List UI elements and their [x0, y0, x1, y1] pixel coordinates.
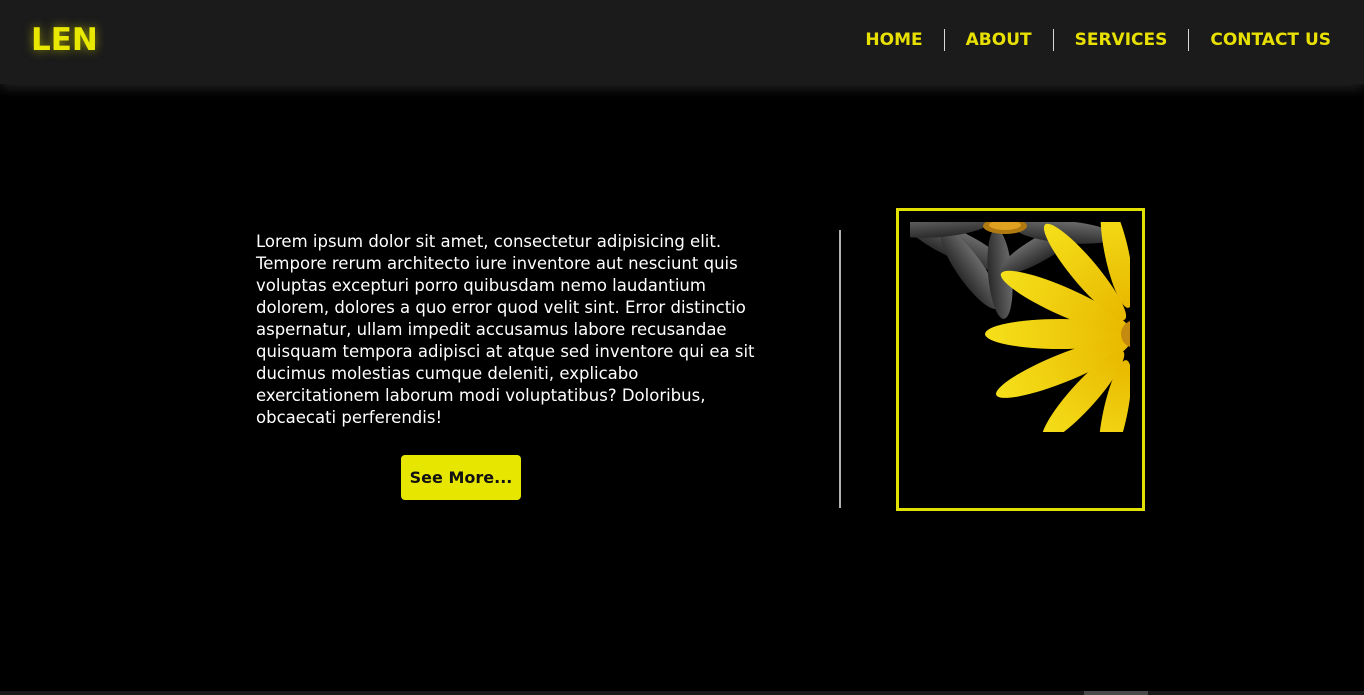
- nav-about[interactable]: ABOUT: [945, 29, 1053, 51]
- site-header: LEN HOME ABOUT SERVICES CONTACT US: [0, 0, 1364, 84]
- vertical-divider: [839, 230, 841, 508]
- image-frame: [896, 208, 1145, 511]
- main-nav: HOME ABOUT SERVICES CONTACT US: [844, 29, 1331, 51]
- yellow-flower-photo: [910, 222, 1130, 432]
- nav-contact-us[interactable]: CONTACT US: [1189, 29, 1331, 51]
- site-logo[interactable]: LEN: [31, 20, 98, 60]
- scrollbar-thumb[interactable]: [1084, 691, 1148, 695]
- intro-paragraph: Lorem ipsum dolor sit amet, consectetur …: [256, 232, 755, 427]
- nav-services[interactable]: SERVICES: [1054, 29, 1189, 51]
- nav-home[interactable]: HOME: [844, 29, 943, 51]
- bottom-edge: [0, 691, 1364, 695]
- see-more-button[interactable]: See More...: [401, 455, 521, 500]
